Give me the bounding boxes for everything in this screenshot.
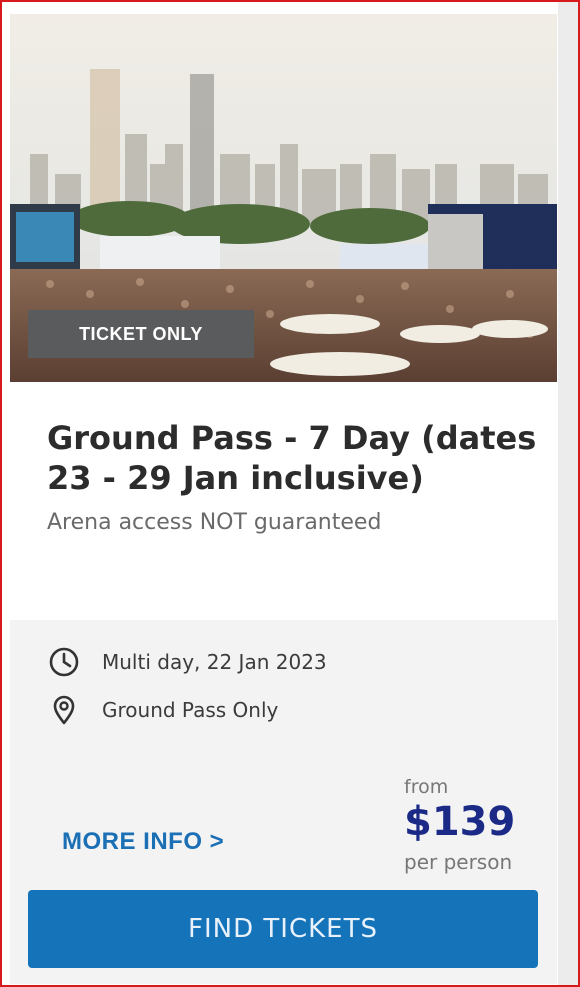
scrollbar-track[interactable] bbox=[558, 2, 578, 985]
event-card[interactable]: TICKET ONLY Ground Pass - 7 Day (dates 2… bbox=[10, 14, 557, 984]
event-location: Ground Pass Only bbox=[102, 698, 279, 722]
more-info-link[interactable]: MORE INFO > bbox=[62, 828, 224, 856]
price-from-label: from bbox=[404, 776, 449, 798]
ticket-only-badge: TICKET ONLY bbox=[28, 310, 254, 358]
event-date: Multi day, 22 Jan 2023 bbox=[102, 650, 327, 674]
date-row: Multi day, 22 Jan 2023 bbox=[48, 646, 327, 678]
find-tickets-button[interactable]: FIND TICKETS bbox=[28, 890, 538, 968]
map-pin-icon bbox=[48, 694, 80, 726]
location-row: Ground Pass Only bbox=[48, 694, 278, 726]
price-amount: $139 bbox=[404, 799, 516, 845]
price-per-label: per person bbox=[404, 850, 513, 874]
hero-image: TICKET ONLY bbox=[10, 14, 557, 382]
event-title: Ground Pass - 7 Day (dates 23 - 29 Jan i… bbox=[47, 419, 537, 497]
event-subtitle: Arena access NOT guaranteed bbox=[47, 510, 382, 535]
clock-icon bbox=[48, 646, 80, 678]
